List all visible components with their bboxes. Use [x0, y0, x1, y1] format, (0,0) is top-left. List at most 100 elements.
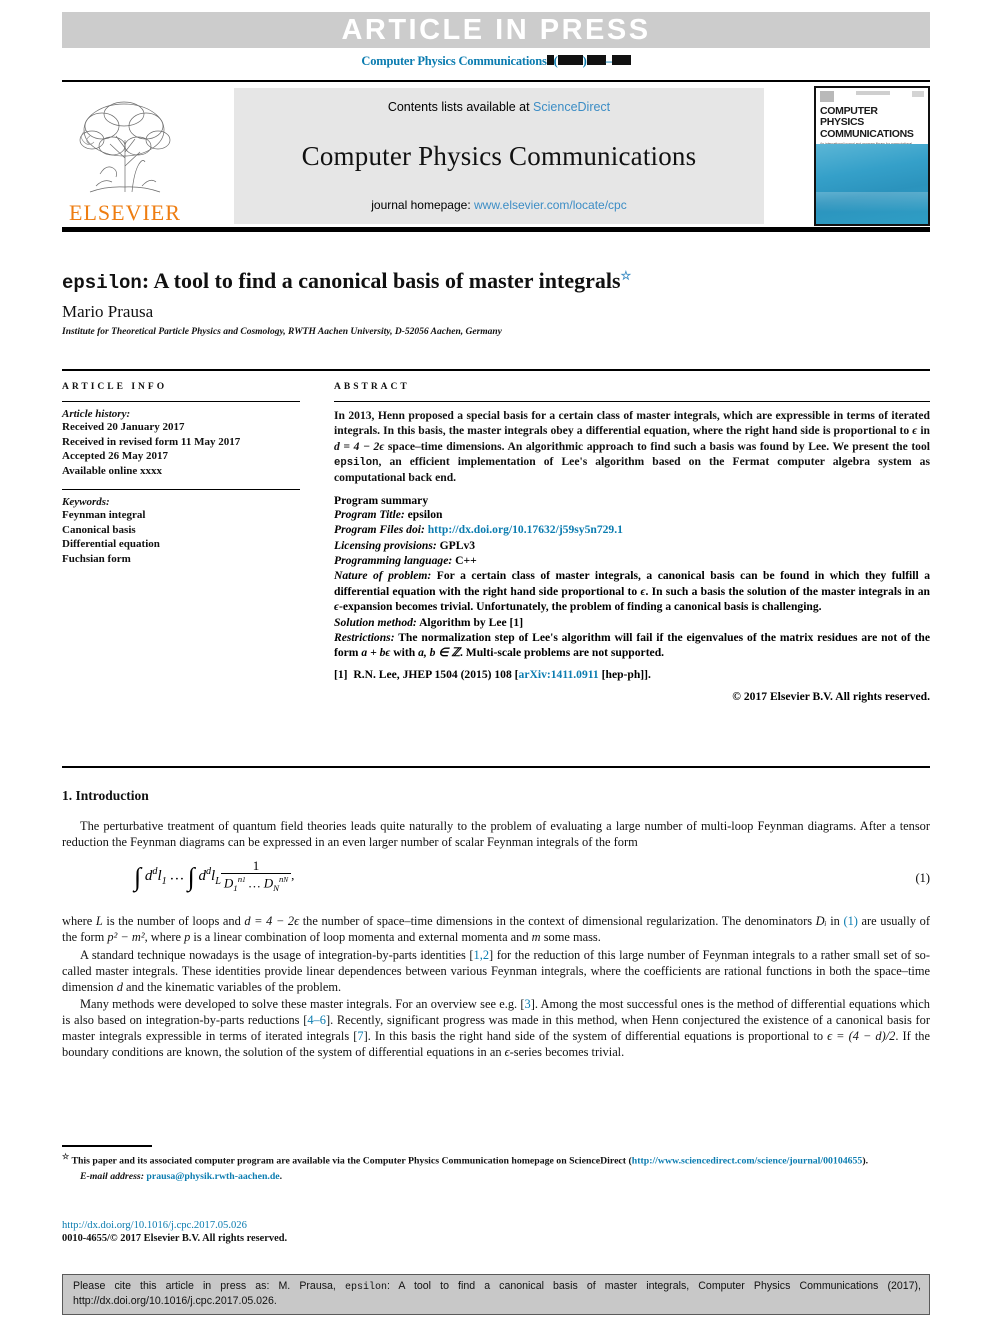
abstract-rule — [334, 401, 930, 402]
p2-c: the number of space–time dimensions in t… — [299, 914, 816, 929]
journal-volume-journal-name: Computer Physics Communications — [361, 54, 547, 68]
integral-sign-icon: ∫ — [134, 862, 142, 892]
footnote-email-note: E-mail address: prausa@physik.rwth-aache… — [62, 1171, 930, 1184]
elsevier-tree-icon — [79, 101, 171, 193]
abstract-dimension-formula: d = 4 − 2ϵ — [334, 439, 385, 453]
p2-L: L — [95, 914, 103, 929]
article-in-press-label: ARTICLE IN PRESS — [341, 13, 651, 46]
title-block: epsilon: A tool to find a canonical basi… — [62, 268, 930, 337]
p2-m-symbol: m — [531, 930, 541, 945]
p2-d: in — [826, 914, 844, 929]
ref-1-2-link[interactable]: 1,2 — [474, 948, 490, 962]
p3-c: and the kinematic variables of the probl… — [122, 979, 342, 994]
contents-box: Contents lists available at ScienceDirec… — [234, 88, 764, 224]
author-email-link[interactable]: prausa@physik.rwth-aachen.de — [146, 1171, 279, 1182]
journal-title: Computer Physics Communications — [301, 140, 697, 171]
article-history-item: Available online xxxx — [62, 464, 163, 477]
abstract-heading: ABSTRACT — [334, 382, 410, 392]
keywords-rule — [62, 489, 300, 491]
elsevier-logo: ELSEVIER — [64, 88, 186, 224]
cover-top-area: COMPUTER PHYSICS COMMUNICATIONS An inter… — [816, 88, 928, 150]
keywords-label: Keywords: — [62, 496, 110, 509]
masthead-top-rule — [62, 80, 930, 82]
licensing-value: GPLv3 — [439, 538, 476, 552]
nature-of-problem-b: . In such a basis the solution of the ma… — [645, 584, 930, 598]
sciencedirect-link[interactable]: ScienceDirect — [533, 100, 610, 114]
solution-method-value: Algorithm by Lee [1] — [419, 615, 524, 629]
abstract-column: ABSTRACT In 2013, Henn proposed a specia… — [334, 382, 930, 703]
restrictions-c: . Multi-scale problems are not supported… — [459, 646, 665, 660]
introduction-paragraph-2: where L is the number of loops and d = 4… — [62, 913, 930, 945]
abstract-part-1: In 2013, Henn proposed a special basis f… — [334, 409, 930, 438]
author-affiliation: Institute for Theoretical Particle Physi… — [62, 326, 502, 337]
year-placeholder-box — [557, 55, 583, 65]
language-value: C++ — [455, 553, 477, 567]
p2-g: is a linear combination of loop momenta … — [190, 930, 532, 945]
program-summary-title: Program summary — [334, 493, 429, 507]
restrictions-label: Restrictions: — [334, 630, 395, 644]
language-label: Programming language: — [334, 553, 453, 567]
introduction-paragraph-3: A standard technique nowadays is the usa… — [62, 947, 930, 995]
cover-corner-mark — [912, 91, 924, 97]
abstract-body: In 2013, Henn proposed a special basis f… — [334, 408, 930, 486]
introduction-heading: 1. Introduction — [62, 788, 149, 803]
arxiv-link[interactable]: arXiv:1411.0911 — [519, 668, 599, 681]
doi-footer-block: http://dx.doi.org/10.1016/j.cpc.2017.05.… — [62, 1220, 930, 1244]
p3-a: A standard technique nowadays is the usa… — [80, 947, 474, 962]
introduction-section: 1. Introduction The perturbative treatme… — [62, 788, 930, 1061]
page-title-rest: : A tool to find a canonical basis of ma… — [141, 268, 621, 293]
p2-b: is the number of loops and — [102, 914, 245, 929]
p2-f: , where — [144, 930, 185, 945]
email-address-label: E-mail address: — [80, 1171, 144, 1182]
abstract-part-4: , an efficient implementation of Lee's a… — [334, 455, 930, 485]
p2-h: some mass. — [540, 930, 601, 945]
cite-this-article-text: Please cite this article in press as: M.… — [73, 1280, 921, 1308]
equation-1-fraction: 1 D1n1 … DNnN — [220, 859, 292, 894]
issn-copyright-line: 0010-4655/© 2017 Elsevier B.V. All right… — [62, 1233, 288, 1244]
abstract-reference-number: [1] — [334, 667, 348, 681]
cite-tool-name: epsilon — [344, 1282, 387, 1293]
licensing-label: Licensing provisions: — [334, 538, 437, 552]
sciencedirect-journal-link[interactable]: http://www.sciencedirect.com/science/jou… — [632, 1155, 863, 1166]
title-footnote-star-icon[interactable]: ☆ — [621, 269, 632, 283]
info-section-top-rule — [62, 369, 930, 371]
abstract-part-2: in — [917, 424, 930, 438]
keyword-item: Fuchsian form — [62, 552, 131, 565]
footnote-star-note: ☆ This paper and its associated computer… — [62, 1152, 930, 1168]
restrictions-integer-condition: a, b ∈ ℤ — [418, 646, 460, 660]
author-name: Mario Prausa — [62, 301, 154, 321]
article-page: ARTICLE IN PRESS Computer Physics Commun… — [0, 0, 992, 1323]
restrictions-eigenvalue-form: a + bϵ — [361, 646, 391, 660]
language-line: Programming language: C++ — [334, 553, 930, 568]
abstract-reference-volume: 1504 — [434, 667, 458, 681]
nature-of-problem-label: Nature of problem: — [334, 569, 432, 583]
article-history-item: Accepted 26 May 2017 — [62, 450, 169, 463]
restrictions-line: Restrictions: The normalization step of … — [334, 630, 930, 661]
introduction-paragraph-1: The perturbative treatment of quantum fi… — [62, 819, 930, 850]
abstract-reference-1: [1] R.N. Lee, JHEP 1504 (2015) 108 [arXi… — [334, 668, 930, 681]
article-history-item: Received 20 January 2017 — [62, 421, 185, 433]
program-files-doi-label: Program Files doi: — [334, 523, 425, 537]
keyword-item: Feynman integral — [62, 509, 146, 522]
p4-f: -series becomes trivial. — [509, 1045, 625, 1060]
program-title-label: Program Title: — [334, 507, 405, 521]
program-files-doi-link[interactable]: http://dx.doi.org/10.17632/j59sy5n729.1 — [428, 523, 623, 536]
p2-dimension-formula: d = 4 − 2ϵ — [244, 914, 300, 929]
pagestart-placeholder-box — [586, 55, 606, 65]
keyword-item: Differential equation — [62, 538, 160, 551]
article-history-label: Article history: — [62, 408, 131, 420]
footnote-separator-rule — [62, 1145, 152, 1147]
journal-homepage-line: journal homepage: www.elsevier.com/locat… — [371, 198, 626, 212]
journal-homepage-link[interactable]: www.elsevier.com/locate/cpc — [474, 198, 627, 212]
abstract-part-3: space–time dimensions. An algorithmic ap… — [384, 439, 930, 453]
nature-of-problem-c: -expansion becomes trivial. Unfortunatel… — [339, 600, 822, 614]
article-history-item: Received in revised form 11 May 2017 — [62, 435, 241, 448]
equation-ref-1-link[interactable]: (1) — [843, 914, 857, 928]
ref-4-6-link[interactable]: 4–6 — [307, 1013, 326, 1027]
introduction-paragraph-4: Many methods were developed to solve the… — [62, 996, 930, 1061]
restrictions-b: with — [390, 646, 419, 660]
integral-sign-icon: ∫ — [187, 862, 195, 892]
article-doi-link[interactable]: http://dx.doi.org/10.1016/j.cpc.2017.05.… — [62, 1220, 247, 1231]
solution-method-label: Solution method: — [334, 615, 417, 629]
abstract-reference-text-c: [hep-ph]]. — [598, 667, 651, 681]
